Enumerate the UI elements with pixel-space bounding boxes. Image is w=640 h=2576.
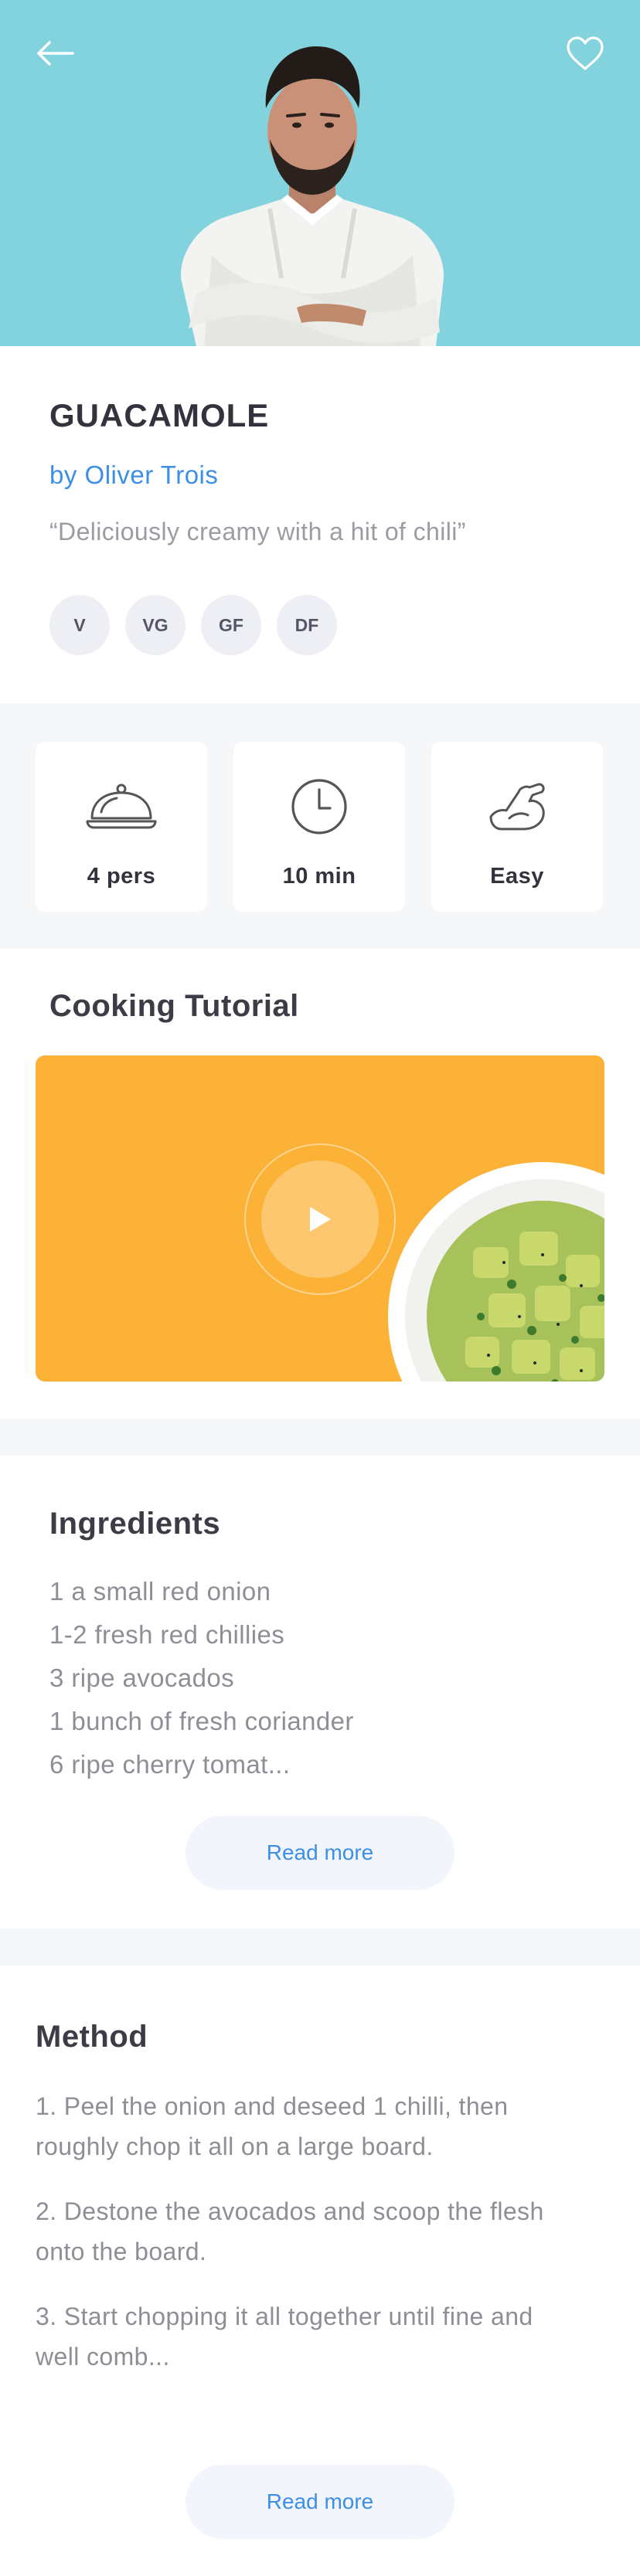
stat-servings: 4 pers	[36, 742, 207, 912]
stat-servings-label: 4 pers	[87, 864, 156, 889]
recipe-author-link[interactable]: by Oliver Trois	[49, 460, 218, 490]
chef-photo	[180, 46, 444, 346]
list-item: 1-2 fresh red chillies	[49, 1620, 285, 1649]
method-read-more-button[interactable]: Read more	[186, 2465, 454, 2539]
diet-badge-vegan: VG	[125, 595, 186, 655]
stat-difficulty-label: Easy	[490, 864, 544, 889]
ingredients-list: 1 a small red onion 1-2 fresh red chilli…	[49, 1570, 354, 1786]
method-step: 2. Destone the avocados and scoop the fl…	[36, 2197, 544, 2265]
serving-cloche-icon	[86, 783, 157, 829]
section-divider	[0, 1419, 640, 1456]
heart-outline-icon	[567, 36, 604, 70]
recipe-stats: 4 pers 10 min Easy	[0, 703, 640, 949]
section-title-method: Method	[36, 2020, 148, 2054]
stat-difficulty: Easy	[431, 742, 603, 912]
play-icon	[310, 1207, 331, 1232]
cooking-tutorial-section: Cooking Tutorial	[0, 949, 640, 1456]
tutorial-video[interactable]	[36, 1055, 604, 1381]
recipe-tagline: “Deliciously creamy with a hit of chili”	[49, 518, 466, 545]
section-divider	[0, 1929, 640, 1966]
favorite-button[interactable]	[558, 26, 612, 80]
ingredients-section: Ingredients 1 a small red onion 1-2 fres…	[0, 1456, 640, 1929]
diet-badge-vegetarian: V	[49, 595, 110, 655]
arrow-left-icon	[37, 41, 74, 66]
section-title-ingredients: Ingredients	[49, 1507, 221, 1541]
guacamole-plate-image	[388, 1162, 604, 1381]
list-item: 3 ripe avocados	[49, 1664, 234, 1692]
back-button[interactable]	[28, 26, 82, 80]
list-item: 6 ripe cherry tomat...	[49, 1750, 291, 1779]
section-title-tutorial: Cooking Tutorial	[49, 989, 299, 1023]
stat-time-label: 10 min	[282, 864, 356, 889]
diet-badge-gluten-free: GF	[201, 595, 261, 655]
list-item: 1 bunch of fresh coriander	[49, 1707, 354, 1735]
method-section: Method 1. Peel the onion and deseed 1 ch…	[0, 1966, 640, 2576]
recipe-info: GUACAMOLE by Oliver Trois “Deliciously c…	[0, 346, 640, 703]
method-step: 3. Start chopping it all together until …	[36, 2302, 533, 2370]
ingredients-read-more-button[interactable]: Read more	[186, 1816, 454, 1890]
hero-header	[0, 0, 640, 346]
diet-badge-dairy-free: DF	[277, 595, 337, 655]
diet-badges: V VG GF DF	[49, 595, 337, 655]
clock-icon	[291, 779, 347, 834]
method-step: 1. Peel the onion and deseed 1 chilli, t…	[36, 2092, 509, 2160]
list-item: 1 a small red onion	[49, 1577, 271, 1606]
play-button[interactable]	[261, 1161, 379, 1278]
stat-time: 10 min	[233, 742, 405, 912]
flexed-arm-icon	[489, 783, 545, 831]
recipe-title: GUACAMOLE	[49, 397, 270, 433]
method-steps: 1. Peel the onion and deseed 1 chilli, t…	[36, 2086, 561, 2401]
